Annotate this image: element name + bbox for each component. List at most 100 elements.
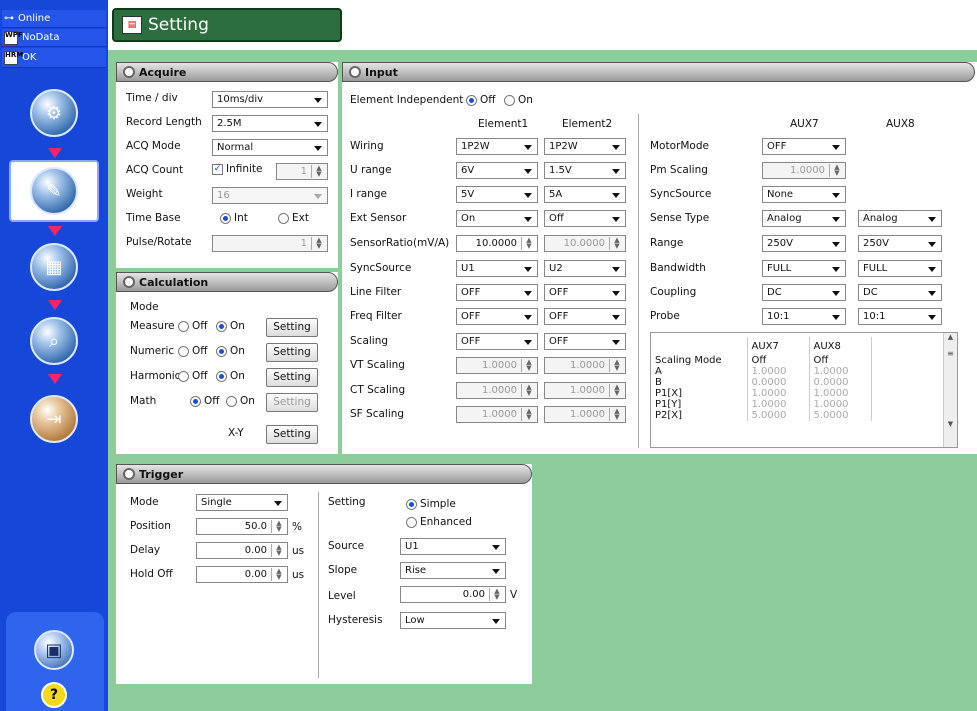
holdoff-input[interactable]: 0.00 ▲ ▼ [196,566,288,583]
sense-type-aux8-select[interactable]: Analog [858,210,942,227]
scaling-e2-select[interactable]: OFF [544,333,626,350]
sf-scaling-e2-input[interactable]: 1.0000 ▲ ▼ [544,406,626,423]
wiring-e2-select[interactable]: 1P2W [544,138,626,155]
table-row[interactable]: P1[X] 1.0000 1.0000 [651,388,872,399]
infinite-checkbox[interactable]: ✓ Infinite [212,163,263,175]
delay-input[interactable]: 0.00 ▲ ▼ [196,542,288,559]
spinner-icon[interactable]: ▲ ▼ [521,359,536,372]
trigger-mode-select[interactable]: Single [196,494,288,511]
level-input[interactable]: 0.00 ▲ ▼ [400,586,506,603]
spinner-icon[interactable]: ▲ ▼ [521,384,536,397]
nav-setting-button[interactable]: ✎ [9,160,99,222]
table-scrollbar[interactable]: ▲ ≡ ▼ [943,333,957,447]
scaling-e1-select[interactable]: OFF [456,333,538,350]
ext-sensor-e1-select[interactable]: On [456,210,538,227]
hysteresis-select[interactable]: Low [400,612,506,629]
i-range-e1-select[interactable]: 5V [456,186,538,203]
numeric-setting-button[interactable]: Setting [266,343,318,362]
table-row[interactable]: P2[X] 5.0000 5.0000 [651,410,872,421]
bandwidth-aux8-select[interactable]: FULL [858,260,942,277]
xy-setting-button[interactable]: Setting [266,425,318,444]
spinner-icon[interactable]: ▲ ▼ [271,568,286,581]
freq-filter-e2-select[interactable]: OFF [544,308,626,325]
ct-scaling-e2-input[interactable]: 1.0000 ▲ ▼ [544,382,626,399]
sensor-ratio-e1-input[interactable]: 10.0000 ▲ ▼ [456,235,538,252]
measure-off-radio[interactable]: Off [178,320,208,332]
ext-sensor-e2-select[interactable]: Off [544,210,626,227]
numeric-off-radio[interactable]: Off [178,345,208,357]
sense-type-aux7-select[interactable]: Analog [762,210,846,227]
motor-mode-select[interactable]: OFF [762,138,846,155]
nav-exit-button[interactable]: ⇥ [16,390,92,448]
harmonics-off-radio[interactable]: Off [178,370,208,382]
time-base-ext-radio[interactable]: Ext [278,212,309,224]
syncsource-e2-select[interactable]: U2 [544,260,626,277]
harmonics-on-radio[interactable]: On [216,370,245,382]
measure-setting-button[interactable]: Setting [266,318,318,337]
probe-aux8-select[interactable]: 10:1 [858,308,942,325]
spinner-icon[interactable]: ▲ ▼ [521,408,536,421]
pm-scaling-input[interactable]: 1.0000 ▲ ▼ [762,162,846,179]
vt-scaling-e1-input[interactable]: 1.0000 ▲ ▼ [456,357,538,374]
u-range-e2-select[interactable]: 1.5V [544,162,626,179]
vt-scaling-e2-input[interactable]: 1.0000 ▲ ▼ [544,357,626,374]
range-aux8-select[interactable]: 250V [858,235,942,252]
aux-syncsource-select[interactable]: None [762,186,846,203]
harmonics-setting-button[interactable]: Setting [266,368,318,387]
spinner-icon[interactable]: ▲ ▼ [609,359,624,372]
nav-measure-button[interactable]: ▦ [16,238,92,296]
spinner-icon[interactable]: ▲ ▼ [829,164,844,177]
syncsource-e1-select[interactable]: U1 [456,260,538,277]
range-aux7-select[interactable]: 250V [762,235,846,252]
pulse-rotate-input[interactable]: 1 ▲ ▼ [212,235,328,252]
save-button[interactable]: ▣ [34,630,74,670]
spinner-icon[interactable]: ▲ ▼ [609,408,624,421]
math-off-radio[interactable]: Off [190,395,220,407]
aux-scaling-table[interactable]: AUX7 AUX8 Scaling Mode Off Off A 1.0000 1.000… [650,332,958,448]
enhanced-radio[interactable]: Enhanced [406,516,472,528]
freq-filter-e1-select[interactable]: OFF [456,308,538,325]
coupling-aux8-select[interactable]: DC [858,284,942,301]
sf-scaling-e1-input[interactable]: 1.0000 ▲ ▼ [456,406,538,423]
u-range-e1-select[interactable]: 6V [456,162,538,179]
simple-radio[interactable]: Simple [406,498,456,510]
measure-on-radio[interactable]: On [216,320,245,332]
spinner-icon[interactable]: ▲ ▼ [311,237,326,250]
spinner-icon[interactable]: ▲ ▼ [271,544,286,557]
spinner-icon[interactable]: ▲ ▼ [609,384,624,397]
spinner-icon[interactable]: ▲ ▼ [609,237,624,250]
table-row[interactable]: P1[Y] 1.0000 1.0000 [651,399,872,410]
weight-select[interactable]: 16 [212,187,328,204]
numeric-on-radio[interactable]: On [216,345,245,357]
spinner-icon[interactable]: ▲ ▼ [311,165,326,178]
position-input[interactable]: 50.0 ▲ ▼ [196,518,288,535]
math-on-radio[interactable]: On [226,395,255,407]
table-row[interactable]: B 0.0000 0.0000 [651,377,872,388]
math-setting-button[interactable]: Setting [266,393,318,412]
wiring-e1-select[interactable]: 1P2W [456,138,538,155]
acq-mode-select[interactable]: Normal [212,139,328,156]
time-base-int-radio[interactable]: Int [220,212,248,224]
table-row[interactable]: A 1.0000 1.0000 [651,366,872,377]
table-row[interactable]: Scaling Mode Off Off [651,355,872,366]
spinner-icon[interactable]: ▲ ▼ [521,237,536,250]
time-div-select[interactable]: 10ms/div [212,91,328,108]
element-independent-off-radio[interactable]: Off [466,94,496,106]
acq-count-input[interactable]: 1 ▲ ▼ [276,163,328,180]
scroll-up-icon[interactable]: ▲ [944,333,957,341]
probe-aux7-select[interactable]: 10:1 [762,308,846,325]
i-range-e2-select[interactable]: 5A [544,186,626,203]
line-filter-e2-select[interactable]: OFF [544,284,626,301]
coupling-aux7-select[interactable]: DC [762,284,846,301]
line-filter-e1-select[interactable]: OFF [456,284,538,301]
help-button[interactable]: ? [41,682,67,708]
bandwidth-aux7-select[interactable]: FULL [762,260,846,277]
ct-scaling-e1-input[interactable]: 1.0000 ▲ ▼ [456,382,538,399]
spinner-icon[interactable]: ▲ ▼ [489,588,504,601]
record-length-select[interactable]: 2.5M [212,115,328,132]
element-independent-on-radio[interactable]: On [504,94,533,106]
scroll-down-icon[interactable]: ▼ [944,420,957,428]
source-select[interactable]: U1 [400,538,506,555]
nav-wiring-button[interactable]: ⚙ [16,84,92,142]
spinner-icon[interactable]: ▲ ▼ [271,520,286,533]
